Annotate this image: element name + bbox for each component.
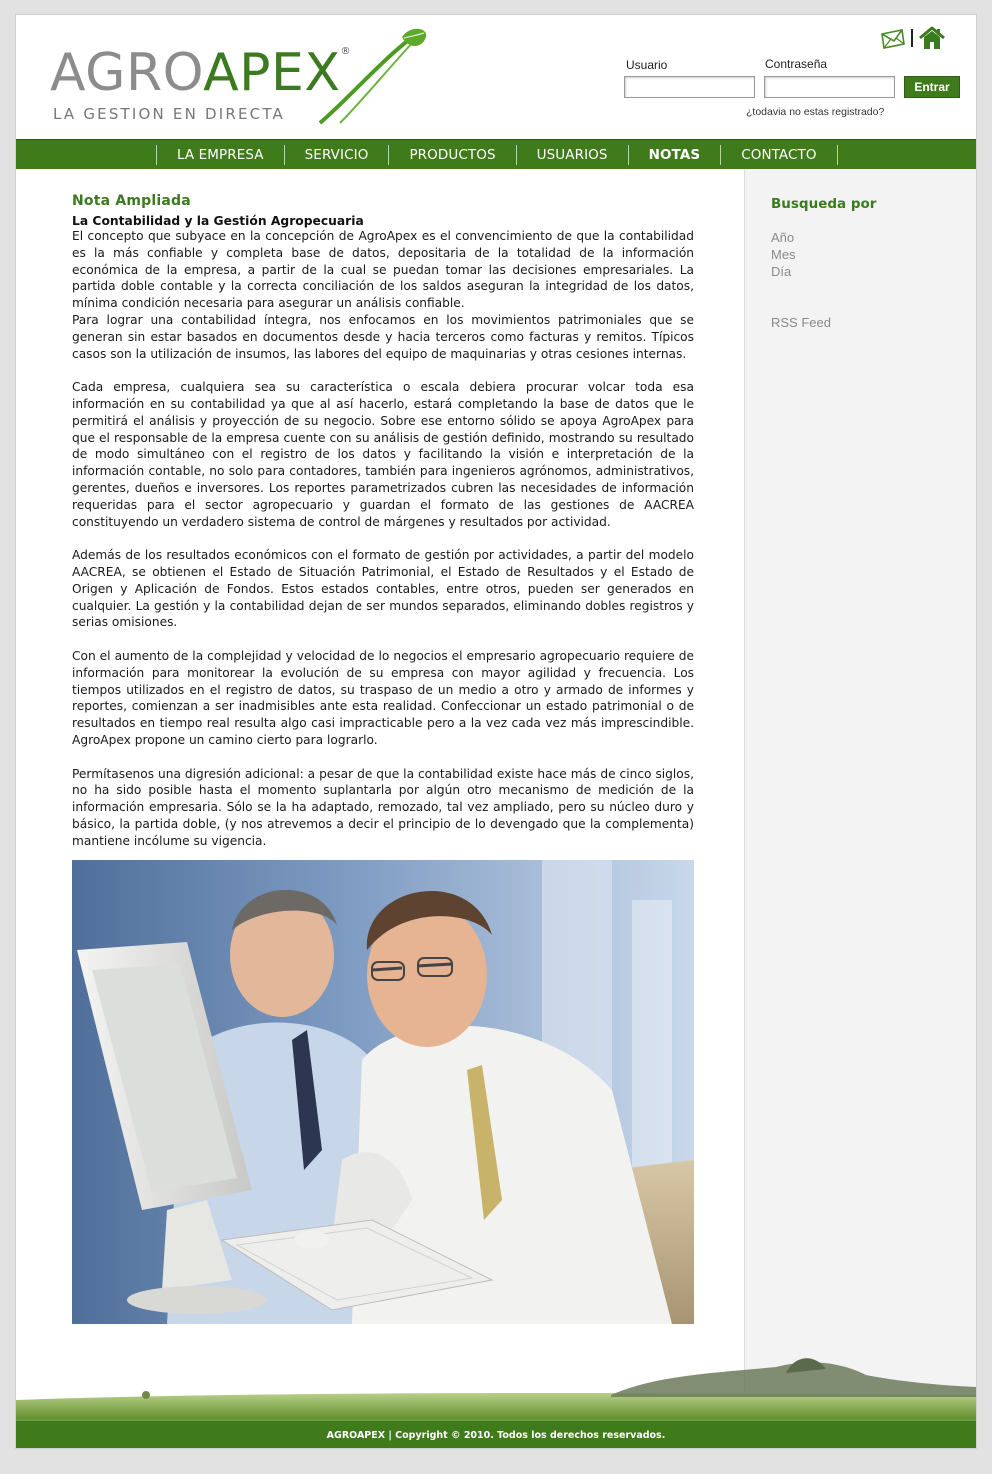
home-icon[interactable] [918,26,946,50]
footer: AGROAPEX | Copyright © 2010. Todos los d… [16,1419,976,1448]
main-nav: LA EMPRESA SERVICIO PRODUCTOS USUARIOS N… [16,139,976,169]
filter-month-link[interactable]: Mes [771,247,796,262]
sidebar: Busqueda por Año Mes Día RSS Feed [744,169,976,1417]
agroapex-logo[interactable]: AGROAPEX® LA GESTION EN DIRECTA [50,28,430,129]
article-title: La Contabilidad y la Gestión Agropecuari… [72,214,364,228]
username-input[interactable] [624,76,755,98]
section-heading: Nota Ampliada [72,193,191,209]
article-paragraph: Cada empresa, cualquiera sea su caracter… [72,380,694,529]
article: Nota Ampliada La Contabilidad y la Gesti… [72,193,694,849]
nav-item-la-empresa[interactable]: LA EMPRESA [157,145,285,165]
article-paragraph: Con el aumento de la complejidad y veloc… [72,648,694,747]
mail-icon[interactable] [880,29,906,49]
logo-apex: APEX [203,43,341,103]
nav-item-contacto[interactable]: CONTACTO [721,145,838,165]
nav-item-usuarios[interactable]: USUARIOS [517,145,629,165]
footer-copyright: AGROAPEX | Copyright © 2010. Todos los d… [326,1430,666,1441]
username-label: Usuario [626,58,668,72]
filter-year-link[interactable]: Año [771,230,794,245]
page: AGROAPEX® LA GESTION EN DIRECTA Usuario … [15,14,977,1449]
register-link[interactable]: ¿todavia no estas registrado? [746,106,884,118]
logo-tagline: LA GESTION EN DIRECTA [53,105,286,123]
logo-agro: AGRO [50,43,204,103]
password-label: Contraseña [765,57,828,71]
rss-feed-link[interactable]: RSS Feed [771,315,831,330]
filter-day-link[interactable]: Día [771,264,791,279]
icon-separator [911,29,913,47]
logo-registered-mark: ® [340,46,352,57]
landscape-decoration [16,1358,976,1420]
article-body: El concepto que subyace en la concepción… [72,228,694,849]
top-icons [880,26,950,53]
article-paragraph: El concepto que subyace en la concepción… [72,229,694,311]
nav-item-servicio[interactable]: SERVICIO [285,145,390,165]
article-paragraph: Para lograr una contabilidad íntegra, no… [72,312,694,361]
login-button[interactable]: Entrar [904,76,960,98]
article-paragraph: Permítasenos una digresión adicional: a … [72,766,694,848]
article-paragraph: Además de los resultados económicos con … [72,548,694,630]
search-heading: Busqueda por [771,196,877,212]
nav-item-productos[interactable]: PRODUCTOS [389,145,517,165]
nav-list: LA EMPRESA SERVICIO PRODUCTOS USUARIOS N… [156,145,838,165]
nav-item-notas[interactable]: NOTAS [629,145,722,165]
logo-wordmark: AGROAPEX® [50,46,352,100]
password-input[interactable] [764,76,895,98]
article-photo [72,860,694,1324]
header: AGROAPEX® LA GESTION EN DIRECTA Usuario … [16,15,976,139]
